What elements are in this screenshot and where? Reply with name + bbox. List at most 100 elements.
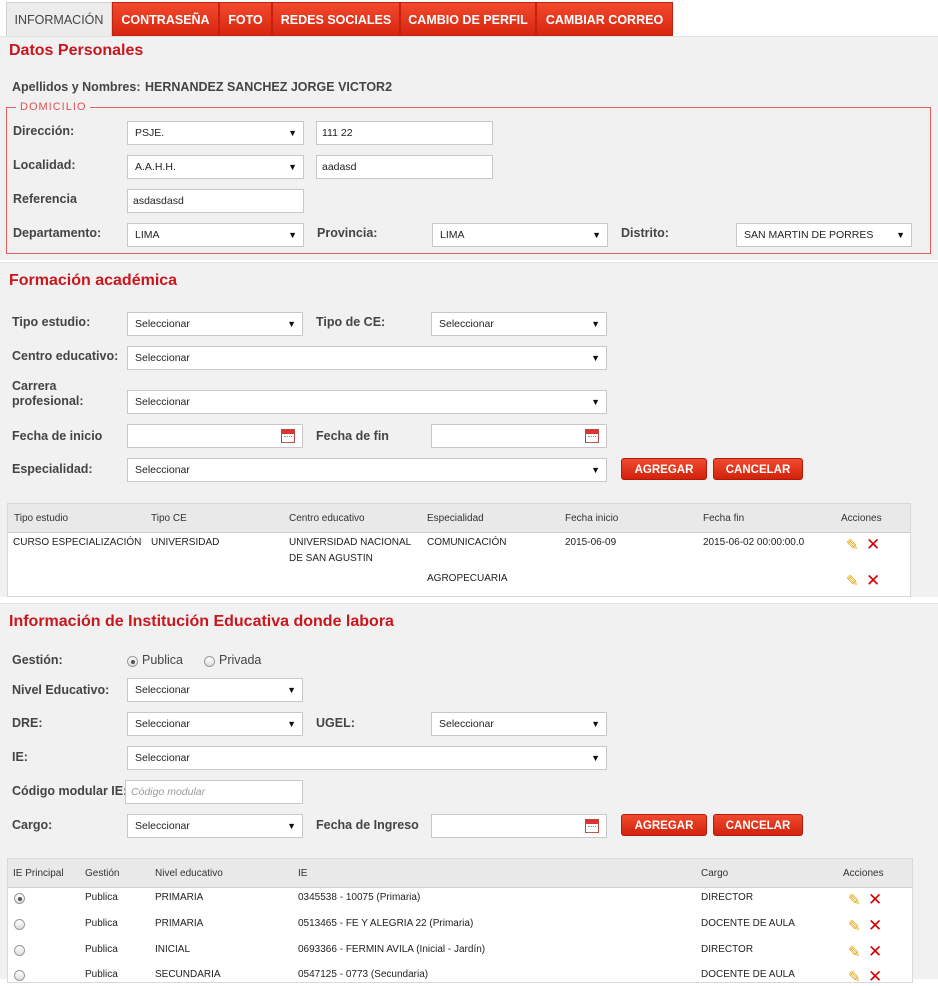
distrito-label: Distrito: (621, 226, 669, 240)
ie-principal-radio[interactable] (14, 945, 25, 956)
especialidad-value: Seleccionar (135, 464, 190, 476)
calendar-icon[interactable] (585, 819, 599, 833)
referencia-input[interactable]: asdasdasd (127, 189, 304, 213)
calendar-icon[interactable] (585, 429, 599, 443)
cell-tipo-estudio: CURSO ESPECIALIZACIÓN (13, 537, 142, 548)
gestion-publica-radio[interactable] (127, 656, 138, 667)
cell-nivel: SECUNDARIA (155, 969, 221, 980)
chevron-down-icon: ▼ (591, 319, 600, 329)
tab-informacion[interactable]: INFORMACIÓN (6, 2, 112, 36)
col-acciones: Acciones (841, 513, 882, 524)
x-icon[interactable]: ✕ (868, 891, 884, 908)
direccion-type-select[interactable]: PSJE. ▼ (127, 121, 304, 145)
cargo-select[interactable]: Seleccionar ▼ (127, 814, 303, 838)
cell-centro-line2: DE SAN AGUSTIN (289, 553, 373, 564)
tipo-ce-value: Seleccionar (439, 318, 494, 330)
ie-select[interactable]: Seleccionar ▼ (127, 746, 607, 770)
localidad-type-select[interactable]: A.A.H.H. ▼ (127, 155, 304, 179)
ugel-select[interactable]: Seleccionar ▼ (431, 712, 607, 736)
cell-especialidad: COMUNICACIÓN (427, 537, 507, 548)
institution-title: Información de Institución Educativa don… (9, 613, 394, 630)
pencil-icon[interactable]: ✎ (846, 538, 862, 554)
tab-foto[interactable]: FOTO (219, 2, 272, 36)
nivel-educativo-value: Seleccionar (135, 684, 190, 696)
col-fecha-inicio: Fecha inicio (565, 513, 619, 524)
fecha-ingreso-input[interactable] (431, 814, 607, 838)
x-icon[interactable]: ✕ (866, 572, 882, 589)
chevron-down-icon: ▼ (591, 719, 600, 729)
academic-cancel-button[interactable]: CANCELAR (713, 458, 803, 480)
cell-cargo: DIRECTOR (701, 944, 754, 955)
ie-principal-radio[interactable] (14, 919, 25, 930)
carrera-select[interactable]: Seleccionar ▼ (127, 390, 607, 414)
chevron-down-icon: ▼ (288, 162, 297, 172)
x-icon[interactable]: ✕ (866, 536, 882, 553)
nivel-educativo-select[interactable]: Seleccionar ▼ (127, 678, 303, 702)
col-fecha-fin: Fecha fin (703, 513, 745, 524)
institution-cancel-button[interactable]: CANCELAR (713, 814, 803, 836)
direccion-type-value: PSJE. (135, 127, 165, 139)
cell-tipo-ce: UNIVERSIDAD (151, 537, 220, 548)
cell-ie: 0693366 - FERMIN AVILA (Inicial - Jardín… (298, 944, 486, 955)
x-icon[interactable]: ✕ (868, 968, 884, 985)
institution-table: IE Principal Gestión Nivel educativo IE … (7, 858, 913, 986)
pencil-icon[interactable]: ✎ (848, 970, 864, 986)
cell-gestion: Publica (85, 969, 118, 980)
gestion-privada-radio[interactable] (204, 656, 215, 667)
cell-cargo: DOCENTE DE AULA (701, 918, 795, 929)
personal-data-title: Datos Personales (9, 42, 144, 59)
pencil-icon[interactable]: ✎ (848, 893, 864, 909)
dre-select[interactable]: Seleccionar ▼ (127, 712, 303, 736)
cell-fecha-inicio: 2015-06-09 (565, 537, 617, 548)
tipo-ce-select[interactable]: Seleccionar ▼ (431, 312, 607, 336)
tab-redes-sociales[interactable]: REDES SOCIALES (272, 2, 400, 36)
ie-principal-radio[interactable] (14, 970, 25, 981)
centro-educativo-select[interactable]: Seleccionar ▼ (127, 346, 607, 370)
tab-cambio-de-perfil[interactable]: CAMBIO DE PERFIL (400, 2, 536, 36)
pencil-icon[interactable]: ✎ (846, 574, 862, 590)
pencil-icon[interactable]: ✎ (848, 945, 864, 961)
cell-especialidad: AGROPECUARIA (427, 573, 508, 584)
institution-add-button[interactable]: AGREGAR (621, 814, 707, 836)
localidad-input[interactable]: aadasd (316, 155, 493, 179)
personal-data-panel: Datos Personales Apellidos y Nombres: HE… (0, 36, 938, 260)
fecha-fin-label: Fecha de fin (316, 429, 389, 443)
col-nivel-educativo: Nivel educativo (155, 868, 223, 879)
direccion-input[interactable]: 111 22 (316, 121, 493, 145)
cell-cargo: DIRECTOR (701, 892, 754, 903)
carrera-value: Seleccionar (135, 396, 190, 408)
distrito-select[interactable]: SAN MARTIN DE PORRES ▼ (736, 223, 912, 247)
gestion-publica-label: Publica (142, 653, 183, 667)
tab-contrasena[interactable]: CONTRASEÑA (112, 2, 219, 36)
departamento-label: Departamento: (13, 226, 102, 240)
tipo-estudio-label: Tipo estudio: (12, 315, 91, 329)
chevron-down-icon: ▼ (287, 685, 296, 695)
carrera-label-line2: profesional: (12, 394, 84, 408)
nivel-educativo-label: Nivel Educativo: (12, 683, 110, 697)
departamento-select[interactable]: LIMA ▼ (127, 223, 304, 247)
centro-educativo-label: Centro educativo: (12, 349, 119, 363)
x-icon[interactable]: ✕ (868, 943, 884, 960)
departamento-value: LIMA (135, 229, 160, 241)
ugel-label: UGEL: (316, 716, 355, 730)
carrera-label-line1: Carrera (12, 379, 57, 393)
gestion-privada-label: Privada (219, 653, 262, 667)
academic-add-button[interactable]: AGREGAR (621, 458, 707, 480)
ie-principal-radio[interactable] (14, 893, 25, 904)
calendar-icon[interactable] (281, 429, 295, 443)
chevron-down-icon: ▼ (287, 719, 296, 729)
fecha-fin-input[interactable] (431, 424, 607, 448)
tipo-estudio-select[interactable]: Seleccionar ▼ (127, 312, 303, 336)
tab-cambiar-correo[interactable]: CAMBIAR CORREO (536, 2, 673, 36)
chevron-down-icon: ▼ (591, 753, 600, 763)
name-label: Apellidos y Nombres: (12, 80, 141, 94)
provincia-select[interactable]: LIMA ▼ (432, 223, 608, 247)
fecha-inicio-input[interactable] (127, 424, 303, 448)
direccion-label: Dirección: (13, 124, 75, 138)
pencil-icon[interactable]: ✎ (848, 919, 864, 935)
codigo-modular-input[interactable]: Código modular (125, 780, 303, 804)
gestion-label: Gestión: (12, 653, 63, 667)
especialidad-select[interactable]: Seleccionar ▼ (127, 458, 607, 482)
x-icon[interactable]: ✕ (868, 917, 884, 934)
institution-panel: Información de Institución Educativa don… (0, 603, 938, 986)
